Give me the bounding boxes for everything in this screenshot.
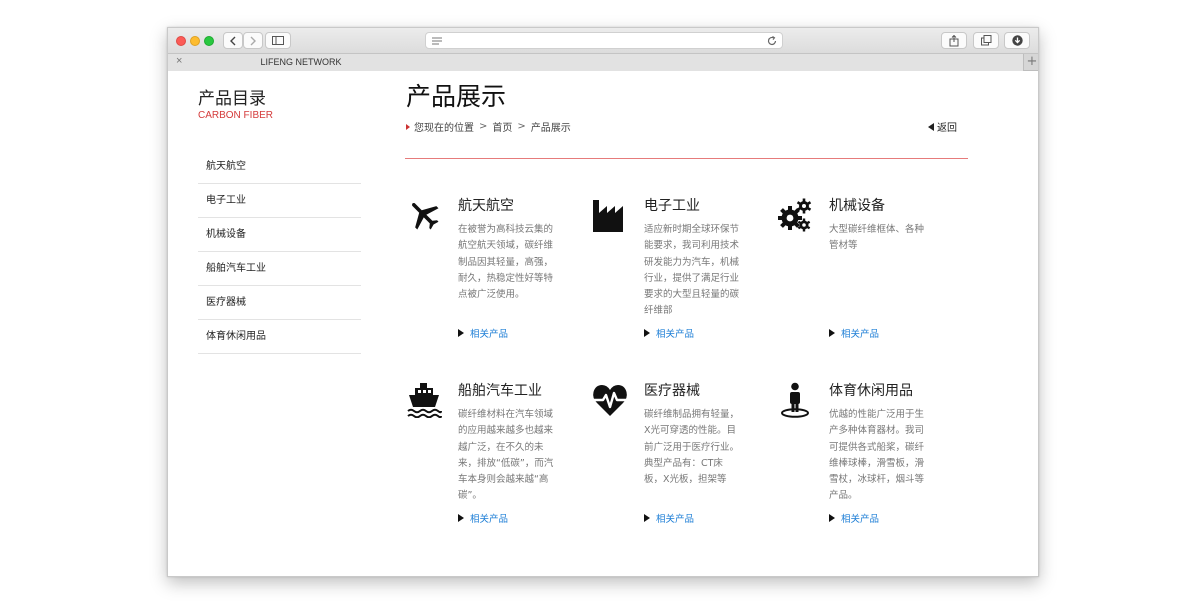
card-title: 医疗器械 — [644, 383, 700, 399]
forward-nav-button[interactable] — [243, 32, 263, 49]
related-products-label: 相关产品 — [656, 514, 695, 525]
sidebar-item-medical[interactable]: 医疗器械 — [198, 286, 361, 320]
browser-tab[interactable]: × LIFENG NETWORK — [168, 54, 1024, 71]
sidebar-toggle-button[interactable] — [265, 32, 291, 49]
related-products-link[interactable]: 相关产品 — [644, 511, 694, 525]
caret-right-icon — [644, 514, 650, 522]
close-window-button[interactable] — [176, 36, 186, 46]
arrow-left-icon — [928, 122, 934, 131]
sidebar-item-electronics[interactable]: 电子工业 — [198, 184, 361, 218]
caret-right-icon — [644, 329, 650, 337]
downloads-button[interactable] — [1004, 32, 1030, 49]
product-card-machinery: 机械设备 大型碳纤维框体、各种管材等 相关产品 — [777, 195, 957, 345]
back-label: 返回 — [937, 123, 957, 134]
tab-bar: × LIFENG NETWORK + — [168, 54, 1038, 71]
related-products-label: 相关产品 — [841, 329, 880, 340]
related-products-label: 相关产品 — [841, 514, 880, 525]
share-icon — [949, 34, 959, 46]
product-card-marine-auto: 船舶汽车工业 碳纤维材料在汽车领域的应用越来越多也越来越广泛，在不久的未来，排放… — [406, 380, 586, 530]
related-products-link[interactable]: 相关产品 — [458, 511, 508, 525]
sidebar-item-sports[interactable]: 体育休闲用品 — [198, 320, 361, 354]
sidebar-menu: 航天航空 电子工业 机械设备 船舶汽车工业 医疗器械 体育休闲用品 — [198, 150, 361, 354]
reload-icon[interactable] — [767, 36, 777, 46]
product-card-sports: 体育休闲用品 优越的性能广泛用于生产多种体育器材。我司可提供各式船桨，碳纤维棒球… — [777, 380, 957, 530]
related-products-link[interactable]: 相关产品 — [644, 326, 694, 340]
card-title: 机械设备 — [829, 198, 885, 214]
related-products-label: 相关产品 — [656, 329, 695, 340]
sidebar-subtitle: CARBON FIBER — [198, 110, 274, 121]
product-card-aerospace: 航天航空 在被誉为高科技云集的航空航天领域，碳纤维制品因其轻量，高强，耐久，热稳… — [406, 195, 586, 345]
caret-right-icon — [829, 514, 835, 522]
breadcrumb-current: 产品展示 — [530, 123, 571, 134]
person-icon — [781, 382, 809, 418]
heartbeat-icon — [593, 385, 627, 416]
web-page: 产品目录 CARBON FIBER 航天航空 电子工业 机械设备 船舶汽车工业 … — [168, 72, 1038, 576]
caret-right-icon — [829, 329, 835, 337]
product-card-electronics: 电子工业 适应新时期全球环保节能要求，我司利用技术研发能力为汽车，机械行业，提供… — [592, 195, 772, 345]
card-title: 电子工业 — [644, 198, 700, 214]
page-title: 产品展示 — [406, 82, 507, 111]
tabs-icon — [980, 35, 991, 46]
card-title: 航天航空 — [458, 198, 514, 214]
back-link[interactable]: 返回 — [928, 119, 957, 134]
factory-icon — [593, 200, 623, 232]
caret-right-icon — [458, 514, 464, 522]
browser-window: × LIFENG NETWORK + 产品目录 CARBON FIBER 航天航… — [167, 27, 1039, 577]
chevron-left-icon — [230, 36, 236, 45]
caret-right-icon — [458, 329, 464, 337]
card-description: 大型碳纤维框体、各种管材等 — [829, 224, 925, 252]
chevron-right-icon: > — [517, 121, 526, 132]
minimize-window-button[interactable] — [190, 36, 200, 46]
card-description: 碳纤维材料在汽车领域的应用越来越多也越来越广泛，在不久的未来，排放“低碳”，而汽… — [458, 409, 554, 502]
gears-icon — [778, 198, 812, 232]
card-title: 体育休闲用品 — [829, 383, 913, 399]
back-nav-button[interactable] — [223, 32, 243, 49]
card-description: 适应新时期全球环保节能要求，我司利用技术研发能力为汽车，机械行业，提供了满足行业… — [644, 224, 740, 317]
breadcrumb-marker-icon — [406, 123, 410, 130]
related-products-link[interactable]: 相关产品 — [458, 326, 508, 340]
breadcrumb-home-link[interactable]: 首页 — [492, 119, 512, 134]
download-icon — [1011, 35, 1023, 46]
sidebar-icon — [272, 36, 284, 45]
new-tab-button[interactable]: + — [1024, 54, 1038, 71]
sidebar-item-marine-auto[interactable]: 船舶汽车工业 — [198, 252, 361, 286]
browser-toolbar — [168, 28, 1038, 54]
related-products-link[interactable]: 相关产品 — [829, 326, 879, 340]
breadcrumb-prefix: 您现在的位置 — [414, 123, 474, 134]
related-products-label: 相关产品 — [470, 514, 509, 525]
tabs-overview-button[interactable] — [973, 32, 999, 49]
airplane-icon — [412, 203, 439, 230]
sidebar-item-aerospace[interactable]: 航天航空 — [198, 150, 361, 184]
share-button[interactable] — [941, 32, 967, 49]
reader-lines-icon — [432, 37, 442, 45]
chevron-right-icon: > — [479, 121, 488, 132]
card-description: 在被誉为高科技云集的航空航天领域，碳纤维制品因其轻量，高强，耐久，热稳定性好等特… — [458, 224, 554, 301]
breadcrumb: 您现在的位置 > 首页 > 产品展示 — [406, 119, 571, 134]
card-description: 优越的性能广泛用于生产多种体育器材。我司可提供各式船桨，碳纤维棒球棒，滑雪板，滑… — [829, 409, 925, 502]
chevron-right-icon — [250, 36, 256, 45]
zoom-window-button[interactable] — [204, 36, 214, 46]
ship-icon — [407, 383, 442, 418]
sidebar-item-machinery[interactable]: 机械设备 — [198, 218, 361, 252]
product-card-medical: 医疗器械 碳纤维制品拥有轻量，X光可穿透的性能。目前广泛用于医疗行业。典型产品有… — [592, 380, 772, 530]
title-divider — [405, 158, 968, 159]
sidebar-title: 产品目录 — [198, 89, 266, 109]
related-products-link[interactable]: 相关产品 — [829, 511, 879, 525]
tab-title: LIFENG NETWORK — [260, 57, 342, 67]
card-title: 船舶汽车工业 — [458, 383, 542, 399]
card-description: 碳纤维制品拥有轻量，X光可穿透的性能。目前广泛用于医疗行业。典型产品有：CT床板… — [644, 409, 740, 486]
address-bar[interactable] — [425, 32, 783, 49]
related-products-label: 相关产品 — [470, 329, 509, 340]
